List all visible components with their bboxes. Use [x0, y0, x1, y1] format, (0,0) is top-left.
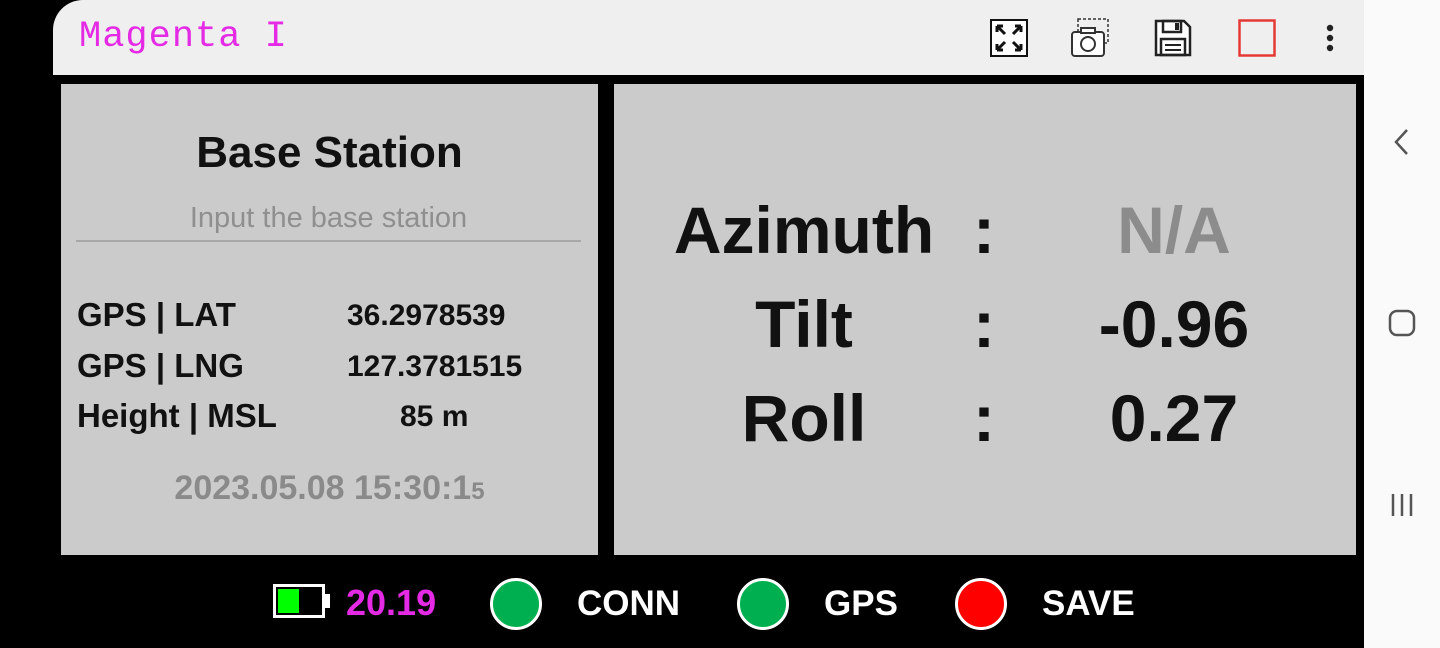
attitude-panel: Azimuth : N/A Tilt : -0.96 Roll : 0.27 — [614, 84, 1356, 555]
battery-tip — [325, 594, 330, 608]
base-station-panel: Base Station GPS | LAT 36.2978539 GPS | … — [61, 84, 598, 555]
battery-icon — [273, 584, 325, 618]
gps-status-indicator — [737, 578, 789, 630]
gps-lng-value: 127.3781515 — [347, 350, 523, 383]
app-title: Magenta I — [79, 16, 288, 58]
timestamp-main: 2023.05.08 15:30:1 — [174, 469, 472, 507]
record-box-icon[interactable] — [1237, 18, 1277, 58]
tilt-value: -0.96 — [1098, 287, 1250, 361]
base-station-title: Base Station — [196, 128, 463, 177]
azimuth-value: N/A — [1117, 193, 1231, 267]
height-msl-value: 85 m — [400, 400, 469, 433]
save-label: SAVE — [1042, 584, 1135, 623]
base-station-input[interactable] — [76, 196, 581, 242]
app-window: Magenta I Base Station Input the base st… — [53, 0, 1364, 648]
status-bar: 20.19 CONN GPS SAVE — [53, 560, 1364, 648]
recents-icon[interactable] — [1382, 485, 1422, 525]
save-status-indicator[interactable] — [955, 578, 1007, 630]
gps-lat-value: 36.2978539 — [347, 299, 506, 332]
home-icon[interactable] — [1382, 303, 1422, 343]
fullscreen-icon[interactable] — [989, 18, 1029, 58]
title-bar: Magenta I — [53, 0, 1364, 75]
roll-label: Roll — [741, 381, 867, 455]
battery-value: 20.19 — [346, 582, 437, 623]
height-msl-label: Height | MSL — [77, 397, 277, 434]
timestamp-tail: 5 — [471, 478, 485, 505]
roll-value: 0.27 — [1109, 381, 1239, 455]
azimuth-colon: : — [973, 193, 995, 267]
gps-lng-label: GPS | LNG — [77, 347, 244, 384]
more-vert-icon[interactable] — [1310, 18, 1350, 58]
gps-lat-label: GPS | LAT — [77, 296, 236, 333]
roll-colon: : — [973, 381, 995, 455]
tilt-colon: : — [973, 287, 995, 361]
azimuth-label: Azimuth — [673, 193, 935, 267]
conn-label: CONN — [577, 584, 681, 623]
back-icon[interactable] — [1382, 122, 1422, 162]
timestamp: 2023.05.08 15:30:15 — [61, 469, 598, 508]
battery-level-fill — [278, 589, 299, 613]
conn-status-indicator — [490, 578, 542, 630]
save-disk-icon[interactable] — [1153, 18, 1193, 58]
gps-label: GPS — [824, 584, 898, 623]
system-nav-bar — [1364, 0, 1440, 648]
tilt-label: Tilt — [755, 287, 853, 361]
screenshot-camera-icon[interactable] — [1070, 18, 1110, 58]
